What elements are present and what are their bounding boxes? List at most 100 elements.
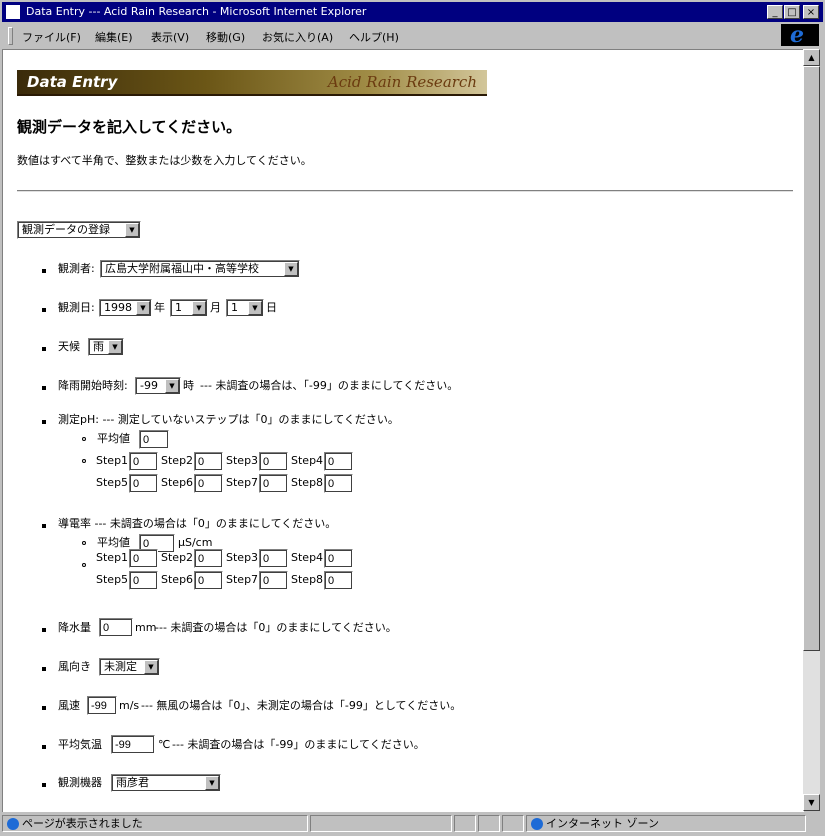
status-text-pane: ページが表示されました [2, 815, 308, 832]
chevron-down-icon: ▼ [284, 262, 298, 276]
bullet [42, 706, 46, 710]
step-label: Step3: [226, 551, 262, 564]
menu-favorites[interactable]: お気に入り(A) [262, 29, 333, 45]
banner-image: Data Entry Acid Rain Research [17, 70, 487, 96]
resize-grip[interactable] [808, 815, 822, 832]
wind-dir-label: 風向き [58, 660, 91, 673]
rain-start-label: 降雨開始時刻: [58, 379, 128, 392]
wind-speed-note: --- 無風の場合は「0」、未測定の場合は「-99」としてください。 [141, 699, 462, 712]
wind-speed-input[interactable] [87, 696, 117, 715]
rain-start-note: --- 未調査の場合は、「-99」のままにしてください。 [200, 379, 459, 392]
chevron-down-icon: ▼ [205, 776, 219, 790]
close-button[interactable]: × [803, 5, 819, 19]
step-input[interactable] [194, 571, 223, 590]
zone-pane: インターネット ゾーン [526, 815, 806, 832]
temperature-unit: ℃ [158, 738, 171, 751]
step-input[interactable] [259, 571, 288, 590]
bullet [42, 524, 46, 528]
instrument-select[interactable]: 雨彦君 ▼ [111, 774, 221, 792]
conductivity-label: 導電率 --- 未調査の場合は「0」のままにしてください。 [58, 517, 337, 530]
step-input[interactable] [324, 571, 353, 590]
bullet [42, 783, 46, 787]
rain-start-select[interactable]: -99 ▼ [135, 377, 181, 395]
instrument-label: 観測機器 [58, 776, 102, 789]
precipitation-input[interactable] [99, 618, 133, 637]
step-input[interactable] [194, 452, 223, 471]
scroll-up-button[interactable]: ▲ [803, 49, 820, 66]
instruction-text: 数値はすべて半角で、整数または少数を入力してください。 [17, 154, 312, 167]
step-input[interactable] [194, 549, 223, 568]
chevron-down-icon: ▼ [136, 301, 150, 315]
sub-bullet [82, 541, 86, 545]
step-input[interactable] [324, 474, 353, 493]
status-pane [478, 815, 500, 832]
month-select[interactable]: 1 ▼ [170, 299, 208, 317]
status-pane [454, 815, 476, 832]
step-label: Step3: [226, 454, 262, 467]
step-label: Step7: [226, 476, 262, 489]
banner-title: Data Entry [27, 73, 118, 91]
window-icon [6, 5, 20, 19]
temperature-label: 平均気温 [58, 738, 102, 751]
step-input[interactable] [129, 474, 158, 493]
status-pane [310, 815, 452, 832]
ph-avg-label: 平均値 [97, 432, 130, 445]
maximize-button[interactable]: □ [784, 5, 800, 19]
observer-select[interactable]: 広島大学附属福山中・高等学校 ▼ [100, 260, 300, 278]
bullet [42, 420, 46, 424]
page-heading: 観測データを記入してください。 [17, 118, 242, 136]
menu-view[interactable]: 表示(V) [151, 29, 189, 45]
step-input[interactable] [259, 474, 288, 493]
step-label: Step2: [161, 551, 197, 564]
window-title: Data Entry --- Acid Rain Research - Micr… [26, 5, 367, 18]
bullet [42, 308, 46, 312]
ph-label: 測定pH: --- 測定していないステップは「0」のままにしてください。 [58, 413, 399, 426]
step-input[interactable] [324, 452, 353, 471]
vertical-scrollbar[interactable]: ▲ ▼ [803, 49, 820, 811]
step-label: Step8: [291, 476, 327, 489]
precipitation-unit: mm [135, 621, 157, 634]
sub-bullet [82, 563, 86, 567]
year-select[interactable]: 1998 ▼ [99, 299, 152, 317]
menu-help[interactable]: ヘルプ(H) [349, 29, 399, 45]
month-unit: 月 [210, 301, 221, 314]
mode-select[interactable]: 観測データの登録 ▼ [17, 221, 141, 239]
step-label: Step1: [96, 454, 132, 467]
conductivity-avg-label: 平均値 [97, 536, 130, 549]
menu-edit[interactable]: 編集(E) [95, 29, 133, 45]
temperature-input[interactable] [111, 735, 155, 754]
menu-file[interactable]: ファイル(F) [22, 29, 81, 45]
step-label: Step2: [161, 454, 197, 467]
ph-avg-input[interactable] [139, 430, 169, 449]
step-label: Step1: [96, 551, 132, 564]
step-input[interactable] [324, 549, 353, 568]
precipitation-note: --- 未調査の場合は「0」のままにしてください。 [155, 621, 397, 634]
chevron-down-icon: ▼ [192, 301, 206, 315]
status-pane [502, 815, 524, 832]
menu-go[interactable]: 移動(G) [206, 29, 245, 45]
step-input[interactable] [259, 452, 288, 471]
step-input[interactable] [194, 474, 223, 493]
ie-logo-icon: e [781, 22, 819, 48]
minimize-button[interactable]: _ [767, 5, 783, 19]
bullet [42, 347, 46, 351]
temperature-note: --- 未調査の場合は「-99」のままにしてください。 [172, 738, 425, 751]
wind-dir-select[interactable]: 未測定 ▼ [99, 658, 160, 676]
scroll-down-button[interactable]: ▼ [803, 794, 820, 811]
precipitation-label: 降水量 [58, 621, 91, 634]
page-icon [7, 818, 19, 830]
banner-subtitle: Acid Rain Research [327, 73, 477, 91]
step-input[interactable] [129, 571, 158, 590]
step-input[interactable] [129, 549, 158, 568]
step-input[interactable] [259, 549, 288, 568]
chevron-down-icon: ▼ [144, 660, 158, 674]
bullet [42, 386, 46, 390]
chevron-down-icon: ▼ [125, 223, 139, 237]
status-bar: ページが表示されました インターネット ゾーン [2, 814, 823, 834]
day-select[interactable]: 1 ▼ [226, 299, 264, 317]
weather-select[interactable]: 雨 ▼ [88, 338, 124, 356]
internet-zone-icon [531, 818, 543, 830]
toolbar-grip[interactable] [8, 27, 13, 45]
scroll-thumb[interactable] [803, 66, 820, 651]
step-input[interactable] [129, 452, 158, 471]
